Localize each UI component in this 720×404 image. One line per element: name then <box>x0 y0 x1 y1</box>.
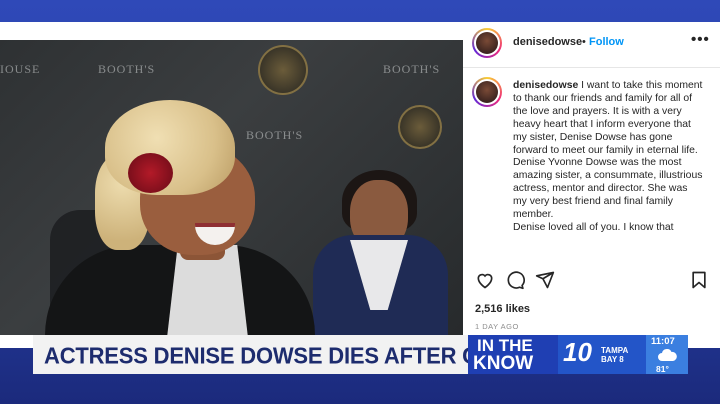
post-caption: denisedowse I want to take this moment t… <box>513 80 703 255</box>
post-date: 1 DAY AGO <box>475 322 519 331</box>
cloud-icon <box>658 349 677 361</box>
instagram-photo: IOUSE BOOTH'S BOOTH'S BOOTH'S <box>0 40 463 335</box>
wall-logo-text: IOUSE <box>0 62 41 76</box>
caption-paragraph: Denise Yvonne Dowse was the most amazing… <box>513 157 703 221</box>
post-actions <box>475 270 710 290</box>
instagram-post-panel: denisedowse • Follow ••• denisedowse I w… <box>463 22 720 348</box>
post-username[interactable]: denisedowse <box>513 36 582 48</box>
share-icon[interactable] <box>535 270 555 290</box>
station-city-line2: BAY 8 <box>601 355 624 364</box>
likes-count[interactable]: 2,516 likes <box>475 303 530 315</box>
heart-icon[interactable] <box>475 270 495 290</box>
rose-icon <box>128 153 173 193</box>
caption-paragraph: I want to take this moment to thank our … <box>513 80 703 156</box>
bookmark-icon[interactable] <box>689 270 709 290</box>
wall-logo-text: BOOTH'S <box>383 62 441 76</box>
comment-icon[interactable] <box>505 270 525 290</box>
headline-text: ACTRESS DENISE DOWSE DIES AFTER COMA <box>44 342 529 369</box>
wall-logo-text: BOOTH'S <box>246 128 304 142</box>
caption-paragraph: Denise loved all of you. I know that <box>513 221 674 233</box>
show-logo-line2: KNOW <box>473 353 534 374</box>
station-city: TAMPA BAY 8 <box>601 346 628 364</box>
follow-button[interactable]: Follow <box>589 36 624 48</box>
caption-avatar[interactable] <box>472 77 502 107</box>
profile-avatar[interactable] <box>472 28 502 58</box>
avatar-image <box>476 81 498 103</box>
avatar-image <box>476 32 498 54</box>
show-logo-line1: IN THE <box>477 336 533 355</box>
station-city-line1: TAMPA <box>601 346 629 355</box>
clock-time: 11:07 <box>651 336 675 347</box>
wall-seal-icon <box>258 45 308 95</box>
caption-username[interactable]: denisedowse <box>513 80 578 91</box>
wall-seal-icon <box>398 105 442 149</box>
station-number: 10 <box>563 337 592 367</box>
more-options-icon[interactable]: ••• <box>691 31 710 48</box>
separator-dot: • <box>582 36 586 48</box>
header-divider <box>463 67 720 68</box>
wall-logo-text: BOOTH'S <box>98 62 156 76</box>
temperature: 81° <box>656 364 669 374</box>
